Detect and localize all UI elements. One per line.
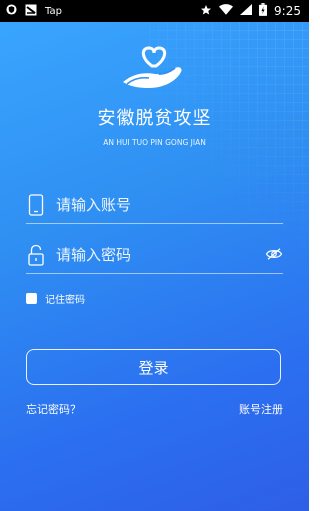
eye-off-icon[interactable] — [265, 245, 283, 263]
login-screen: Tap 9:25 安徽脱贫攻坚 AN HUI TUO PIN GONG JIAN… — [0, 0, 309, 511]
password-field[interactable] — [26, 237, 283, 274]
account-field[interactable] — [26, 187, 283, 224]
account-input[interactable] — [54, 195, 248, 215]
password-input[interactable] — [54, 245, 248, 265]
lock-icon — [28, 244, 44, 266]
clock-text: 9:25 — [274, 4, 301, 18]
status-bar: Tap 9:25 — [0, 0, 309, 22]
wifi-icon — [219, 4, 234, 18]
forgot-password-link[interactable]: 忘记密码？ — [26, 401, 81, 417]
remember-checkbox[interactable] — [26, 293, 37, 304]
app-subtitle: AN HUI TUO PIN GONG JIAN — [103, 138, 206, 147]
app-title: 安徽脱贫攻坚 — [97, 108, 212, 129]
app-notification-icon — [25, 4, 37, 19]
battery-icon — [259, 3, 268, 19]
signal-icon — [240, 4, 253, 18]
notification-app-label: Tap — [45, 5, 62, 17]
register-link[interactable]: 账号注册 — [239, 401, 283, 417]
remember-label: 记住密码 — [45, 295, 85, 306]
star-icon — [200, 4, 212, 19]
app-logo — [119, 44, 189, 94]
shield-icon — [6, 4, 17, 18]
remember-password-option[interactable]: 记住密码 — [26, 291, 85, 306]
login-button[interactable]: 登录 — [26, 349, 281, 385]
phone-icon — [28, 194, 44, 216]
